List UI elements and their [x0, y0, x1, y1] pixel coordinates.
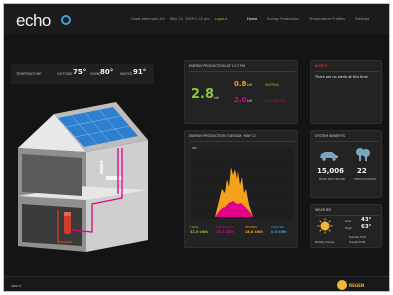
- cooling-kwh: 0.0 kWh: [271, 230, 287, 234]
- heating-kwh: 18.8 kWh: [245, 230, 263, 234]
- sun-icon: [317, 218, 333, 234]
- total-kwh: 32.5 kWh: [190, 230, 208, 234]
- brand-logo-icon: [337, 280, 347, 290]
- logout-link[interactable]: Logout: [215, 17, 227, 21]
- datetime-text: May 12, 2009 2:25 pm: [170, 17, 210, 21]
- alerts-message: There are no alerts at this time: [315, 75, 368, 79]
- electricity-total-label: ELECTRICITY: [216, 225, 234, 229]
- electricity-kwh: 13.7 kWh: [216, 230, 234, 234]
- heating-label: HEATING: [265, 83, 280, 87]
- total-power-value: 2.8: [191, 87, 215, 102]
- heating-total-label: HEATING: [245, 225, 258, 229]
- temperature-strip: TEMPERATURE OUTSIDE 75° HOME 80° WATER 9…: [11, 64, 154, 84]
- alerts-title: ALERTS: [315, 64, 328, 68]
- low-label: Low: [345, 219, 351, 223]
- logo-ring-icon: [61, 15, 71, 25]
- alerts-divider: [315, 71, 379, 72]
- total-label: TOTAL: [190, 225, 199, 229]
- heating-power-unit: kW: [247, 83, 252, 87]
- total-power-unit: kW: [214, 96, 219, 100]
- greeting-text: Good afternoon Art: [131, 17, 165, 21]
- electricity-power-unit: kW: [247, 99, 252, 103]
- energy-day-panel: ENERGY PRODUCTION TUESDAY, MAY 12 kW TOT…: [184, 130, 298, 248]
- low-temp: 43°: [361, 217, 372, 223]
- trees-value: 22: [357, 167, 367, 175]
- energy-day-totals: TOTAL 32.5 kWh ELECTRICITY 13.7 kWh HEAT…: [189, 223, 295, 245]
- energy-day-divider: [189, 141, 295, 142]
- weather-panel: WEATHER Mostly Cloudy Low 43° High 63° S…: [310, 204, 382, 248]
- footer-bar: ABOUT REGEN: [4, 276, 389, 291]
- cooling-total-label: COOLING: [271, 225, 284, 229]
- electricity-power-value: 2.0: [234, 96, 247, 104]
- outside-label: OUTSIDE: [57, 72, 73, 76]
- energy-day-chart: [191, 149, 293, 219]
- miles-value: 15,006: [317, 167, 345, 175]
- nav-home[interactable]: Home: [247, 17, 257, 21]
- nav-settings[interactable]: Settings: [355, 17, 369, 21]
- high-temp: 63°: [361, 224, 372, 230]
- system-benefits-title: SYSTEM BENEFITS: [315, 134, 346, 138]
- top-bar: echo Good afternoon Art May 12, 2009 2:2…: [4, 4, 389, 34]
- weather-title: WEATHER: [315, 208, 332, 212]
- trees-label: TREES PLANTED: [354, 177, 376, 181]
- high-label: High: [345, 226, 352, 230]
- energy-now-title: ENERGY PRODUCTION AT 2:17 PM: [189, 64, 245, 68]
- heating-power-value: 0.8: [234, 80, 247, 88]
- electricity-label: ELECTRICITY: [265, 99, 286, 103]
- energy-day-title: ENERGY PRODUCTION TUESDAY, MAY 12: [189, 134, 256, 138]
- nav-temperature-profiles[interactable]: Temperature Profiles: [309, 17, 345, 21]
- car-icon: [320, 152, 338, 161]
- temperature-label: TEMPERATURE: [16, 72, 42, 76]
- energy-now-divider: [189, 71, 295, 72]
- footer-about-link[interactable]: ABOUT: [11, 284, 21, 288]
- alerts-panel: ALERTS There are no alerts at this time: [310, 60, 382, 124]
- home-value: 80°: [100, 68, 114, 76]
- nav-energy-production[interactable]: Energy Production: [267, 17, 299, 21]
- system-benefits-divider: [315, 141, 379, 142]
- water-label: WATER: [120, 72, 133, 76]
- house-illustration: [18, 102, 148, 252]
- trees-icon: [356, 148, 370, 161]
- system-benefits-panel: SYSTEM BENEFITS 15,006 MILES NOT DRIVEN …: [310, 130, 382, 198]
- brand-name: REGEN: [349, 283, 365, 288]
- echo-logo: echo: [16, 11, 51, 30]
- weather-condition: Mostly Cloudy: [315, 240, 335, 244]
- energy-now-panel: ENERGY PRODUCTION AT 2:17 PM 2.8 kW 0.8 …: [184, 60, 298, 124]
- miles-label: MILES NOT DRIVEN: [319, 177, 345, 181]
- water-value: 91°: [133, 68, 147, 76]
- sunset-time: Sunset 8:02: [349, 240, 366, 244]
- sunrise-time: Sunrise 5:52: [349, 235, 366, 239]
- weather-divider: [315, 215, 379, 216]
- outside-value: 75°: [73, 68, 87, 76]
- dashboard-screen: echo Good afternoon Art May 12, 2009 2:2…: [3, 3, 390, 292]
